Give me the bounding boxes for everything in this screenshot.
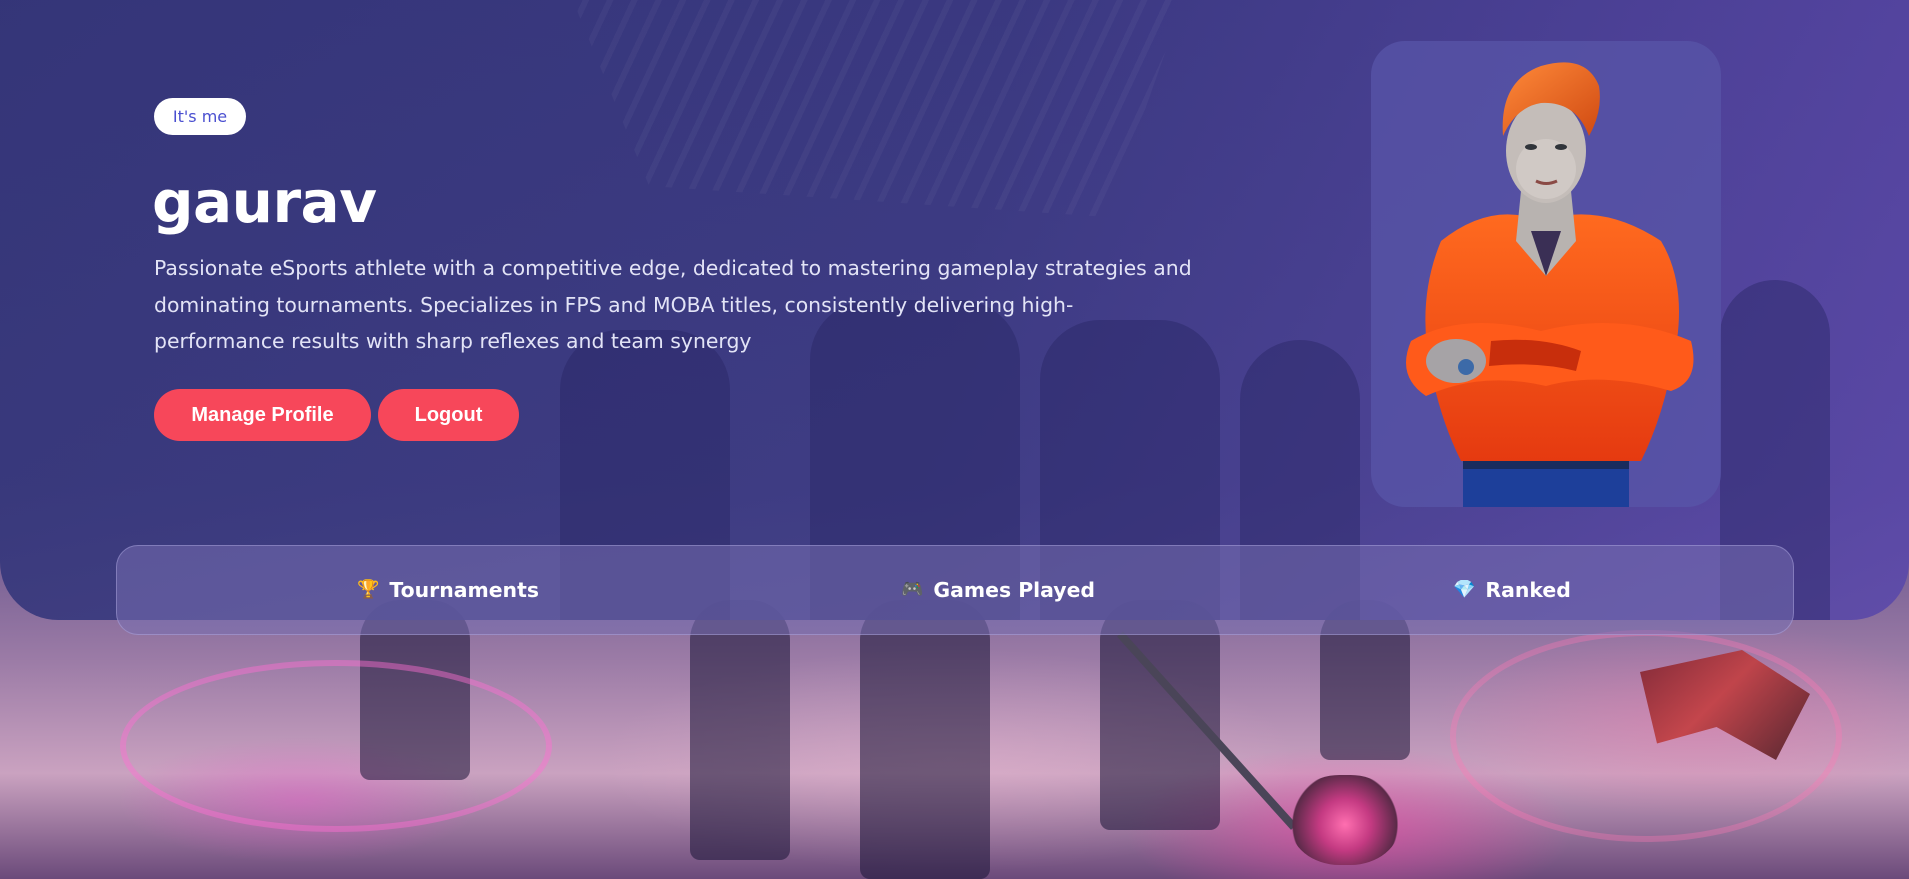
background-character	[860, 600, 990, 879]
trophy-icon: 🏆	[357, 579, 380, 600]
avatar	[1371, 41, 1721, 507]
player-avatar-icon	[1406, 62, 1694, 507]
its-me-badge: It's me	[154, 98, 246, 135]
stat-games-played[interactable]: 🎮 Games Played	[901, 546, 1095, 634]
profile-page: It's me gaurav Passionate eSports athlet…	[0, 0, 1909, 879]
stat-ranked[interactable]: 💎 Ranked	[1453, 546, 1571, 634]
stats-bar: 🏆 Tournaments 🎮 Games Played 💎 Ranked	[116, 545, 1794, 635]
profile-hero: It's me gaurav Passionate eSports athlet…	[0, 0, 1909, 620]
profile-bio: Passionate eSports athlete with a compet…	[154, 256, 1192, 353]
profile-name: gaurav	[152, 168, 377, 236]
gamepad-icon: 🎮	[901, 579, 924, 600]
background-character	[690, 600, 790, 860]
gem-icon: 💎	[1453, 579, 1476, 600]
stat-label: Tournaments	[389, 578, 539, 602]
manage-profile-button[interactable]: Manage Profile	[154, 389, 371, 441]
logout-button[interactable]: Logout	[378, 389, 519, 441]
stat-label: Ranked	[1485, 578, 1571, 602]
background-orb	[1290, 775, 1400, 865]
background-light-streak	[120, 660, 552, 832]
stat-label: Games Played	[933, 578, 1096, 602]
stat-tournaments[interactable]: 🏆 Tournaments	[357, 546, 539, 634]
